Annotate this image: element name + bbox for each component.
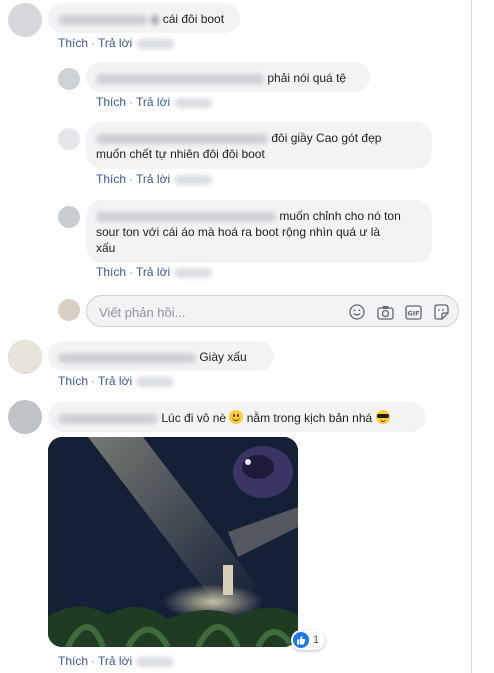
author-name-blurred[interactable] bbox=[58, 352, 196, 363]
comment-text: phải nói quá tệ bbox=[267, 71, 347, 85]
author-name-blurred[interactable] bbox=[58, 413, 158, 424]
camera-icon[interactable] bbox=[376, 303, 394, 321]
reply-link[interactable]: Trả lời bbox=[98, 654, 132, 668]
reply-link[interactable]: Trả lời bbox=[136, 95, 170, 109]
comment-bubble: Lúc đi vô nè nằm trong kịch bản nhá bbox=[48, 402, 426, 432]
comment-actions: Thích · Trả lời bbox=[58, 36, 175, 50]
reply-link[interactable]: Trả lời bbox=[98, 36, 132, 50]
reaction-count: 1 bbox=[313, 634, 320, 646]
comment-text: nằm trong kịch bản nhá bbox=[246, 411, 373, 425]
comment-actions: Thích · Trả lời bbox=[96, 95, 213, 109]
comment-text: Lúc đi vô nè bbox=[161, 411, 227, 425]
like-link[interactable]: Thích bbox=[58, 374, 88, 388]
author-name-blurred[interactable] bbox=[96, 133, 268, 144]
emoji-icon[interactable] bbox=[348, 303, 366, 321]
avatar[interactable] bbox=[8, 3, 42, 37]
reply-link[interactable]: Trả lời bbox=[136, 265, 170, 279]
reply-bubble: muốn chỉnh cho nó ton sour ton với cái á… bbox=[86, 200, 432, 263]
timestamp[interactable] bbox=[136, 656, 175, 667]
reply-bubble: phải nói quá tệ bbox=[86, 62, 370, 92]
reply-box: GIF bbox=[86, 295, 459, 327]
author-name-blurred[interactable] bbox=[96, 211, 276, 222]
comment-text: Giày xấu bbox=[199, 350, 247, 364]
comment-text: đôi giầy Cao gót đẹp bbox=[271, 131, 382, 145]
current-user-avatar bbox=[58, 299, 80, 321]
like-link[interactable]: Thích bbox=[58, 36, 88, 50]
comment-bubble: Giày xấu bbox=[48, 341, 274, 371]
timestamp[interactable] bbox=[174, 174, 213, 185]
author-name-blurred[interactable] bbox=[58, 14, 148, 25]
avatar[interactable] bbox=[58, 68, 80, 90]
comment-text: muốn chỉnh cho nó ton bbox=[279, 209, 401, 223]
like-link[interactable]: Thích bbox=[96, 95, 126, 109]
comment-text: xấu bbox=[96, 241, 116, 255]
avatar[interactable] bbox=[58, 206, 80, 228]
comment-text: sour ton với cái áo mà hoá ra boot rộng … bbox=[96, 225, 381, 239]
avatar[interactable] bbox=[58, 128, 80, 150]
svg-text:GIF: GIF bbox=[407, 309, 419, 317]
like-link[interactable]: Thích bbox=[58, 654, 88, 668]
reply-link[interactable]: Trả lời bbox=[136, 172, 170, 186]
avatar[interactable] bbox=[8, 400, 42, 434]
reply-bubble: đôi giầy Cao gót đẹp muốn chết tự nhiên … bbox=[86, 122, 432, 169]
comment-text: cái đôi boot bbox=[162, 12, 225, 26]
smile-emoji-icon bbox=[229, 410, 244, 424]
like-link[interactable]: Thích bbox=[96, 265, 126, 279]
avatar[interactable] bbox=[8, 340, 42, 374]
sunglasses-emoji-icon bbox=[375, 410, 390, 424]
scrollbar[interactable] bbox=[471, 0, 472, 673]
like-icon bbox=[293, 632, 309, 648]
comment-actions: Thích · Trả lời bbox=[96, 265, 213, 279]
reply-link[interactable]: Trả lời bbox=[98, 374, 132, 388]
comment-photo[interactable] bbox=[48, 437, 298, 647]
timestamp[interactable] bbox=[174, 267, 213, 278]
timestamp[interactable] bbox=[136, 38, 175, 49]
like-link[interactable]: Thích bbox=[96, 172, 126, 186]
reaction-badge[interactable]: 1 bbox=[291, 630, 326, 650]
comment-bubble: cái đôi boot bbox=[48, 3, 240, 33]
comment-actions: Thích · Trả lời bbox=[58, 374, 175, 388]
timestamp[interactable] bbox=[136, 376, 175, 387]
comment-actions: Thích · Trả lời bbox=[58, 654, 175, 668]
author-name-blurred[interactable] bbox=[96, 73, 264, 84]
gif-icon[interactable]: GIF bbox=[404, 303, 422, 321]
reply-input[interactable] bbox=[97, 302, 341, 322]
comment-text: muốn chết tự nhiên đôi đôi boot bbox=[96, 147, 265, 161]
timestamp[interactable] bbox=[174, 97, 213, 108]
sticker-icon[interactable] bbox=[432, 303, 450, 321]
comment-actions: Thích · Trả lời bbox=[96, 172, 213, 186]
